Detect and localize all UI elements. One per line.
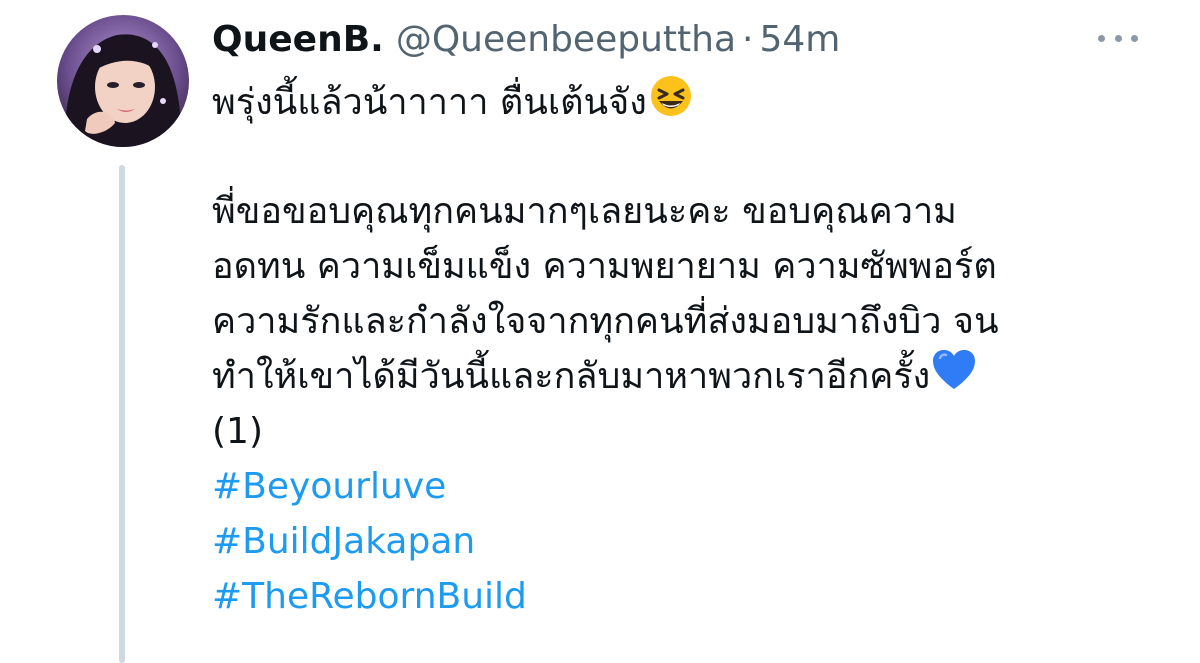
hashtag-link[interactable]: #TheRebornBuild — [212, 569, 1172, 624]
more-horizontal-icon — [1098, 34, 1105, 42]
tweet-header: QueenB. @Queenbeeputtha · 54m — [212, 16, 840, 64]
timestamp[interactable]: 54m — [759, 16, 840, 64]
tweet-text-line: ความรักและกำลังใจจากทุกคนที่ส่งมอบมาถึงบ… — [212, 301, 999, 342]
tweet[interactable]: QueenB. @Queenbeeputtha · 54m พรุ่งนี้แล… — [0, 0, 1200, 663]
user-handle[interactable]: @Queenbeeputtha — [396, 16, 736, 64]
display-name[interactable]: QueenB. — [212, 16, 384, 64]
tweet-text-line: พี่ขอขอบคุณทุกคนมากๆเลยนะคะ ขอบคุณความ — [212, 191, 957, 232]
tweet-text-line: ทำให้เขาได้มีวันนี้และกลับมาหาพวกเราอีกค… — [212, 349, 1172, 404]
hashtag-link[interactable]: #BuildJakapan — [212, 514, 1172, 569]
blue-heart-emoji — [932, 349, 976, 407]
grinning-squinting-face-emoji — [649, 74, 693, 134]
avatar[interactable] — [57, 15, 189, 147]
more-options-button[interactable] — [1094, 24, 1142, 52]
tweet-text: พรุ่งนี้แล้วน้าาาาา ตื่นเต้นจัง พี่ขอขอบ… — [212, 74, 1172, 624]
avatar-image — [57, 15, 189, 147]
tweet-text-line: (1) — [212, 411, 263, 452]
separator-dot: · — [742, 19, 754, 60]
tweet-text-line: พรุ่งนี้แล้วน้าาาาา ตื่นเต้นจัง — [212, 74, 1172, 129]
more-horizontal-icon-dot — [1131, 34, 1138, 42]
tweet-text-line: อดทน ความเข็มแข็ง ความพยายาม ความซัพพอร์… — [212, 246, 997, 287]
thread-line — [119, 165, 125, 663]
more-horizontal-icon-dot — [1114, 34, 1122, 42]
hashtag-link[interactable]: #Beyourluve — [212, 459, 1172, 514]
